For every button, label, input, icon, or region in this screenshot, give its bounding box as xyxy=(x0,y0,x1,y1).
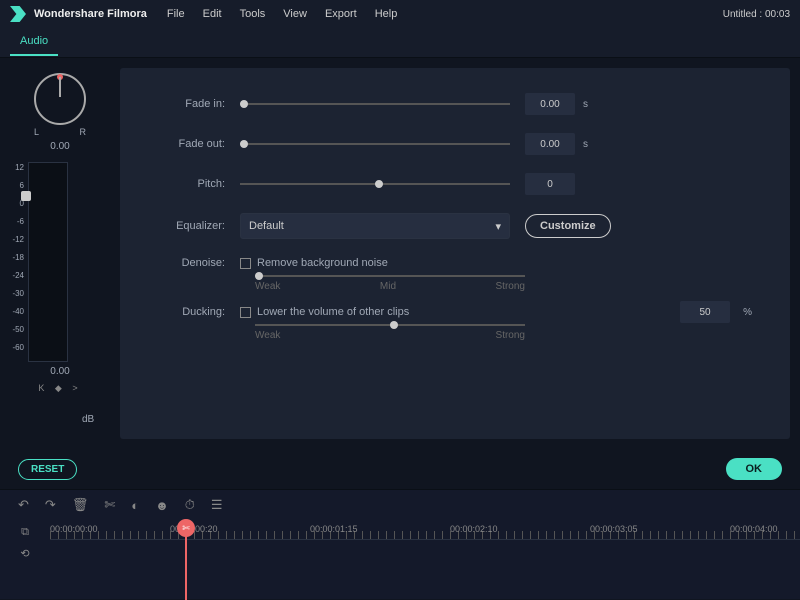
pan-right-label: R xyxy=(80,127,87,137)
main-menu: File Edit Tools View Export Help xyxy=(167,8,397,20)
scissors-icon[interactable]: ✄ xyxy=(177,519,195,537)
app-title: Wondershare Filmora xyxy=(34,8,147,20)
denoise-slider[interactable] xyxy=(255,275,525,277)
timeline-toolbar: ↶ ↷ 🗑 ✄ ◐ ☻ ⏱ ☰ xyxy=(0,490,800,520)
fadeout-unit: s xyxy=(583,139,588,150)
equalizer-label: Equalizer: xyxy=(150,220,240,232)
split-icon[interactable]: ✄ xyxy=(104,497,115,513)
menu-export[interactable]: Export xyxy=(325,8,357,20)
keyframe-controls[interactable]: K ◆ > xyxy=(8,383,112,394)
ducking-unit: % xyxy=(743,307,752,318)
pan-left-label: L xyxy=(34,127,39,137)
menu-help[interactable]: Help xyxy=(375,8,398,20)
fadeout-input[interactable] xyxy=(525,133,575,155)
settings-icon[interactable]: ☰ xyxy=(211,497,223,513)
meter-value: 0.00 xyxy=(8,366,112,377)
link-icon[interactable]: ⟲ xyxy=(20,547,29,560)
denoise-label: Denoise: xyxy=(150,257,240,269)
ducking-slider[interactable] xyxy=(255,324,525,326)
fadeout-label: Fade out: xyxy=(150,138,240,150)
audio-sidebar: L R 0.00 1260 -6-12-18 -24-30-40 -50-60 … xyxy=(0,58,120,449)
fadeout-slider[interactable] xyxy=(240,143,510,145)
tabs-row: Audio xyxy=(0,28,800,58)
menu-file[interactable]: File xyxy=(167,8,185,20)
fadein-input[interactable] xyxy=(525,93,575,115)
timer-icon[interactable]: ⏱ xyxy=(185,497,195,513)
equalizer-value: Default xyxy=(249,220,284,232)
ok-button[interactable]: OK xyxy=(726,458,783,480)
action-bar: RESET OK xyxy=(0,449,800,489)
fadein-label: Fade in: xyxy=(150,98,240,110)
audio-panel: L R 0.00 1260 -6-12-18 -24-30-40 -50-60 … xyxy=(0,58,800,449)
meter-bars xyxy=(28,162,68,362)
pan-value: 0.00 xyxy=(8,141,112,152)
pitch-slider[interactable] xyxy=(240,183,510,185)
document-title: Untitled : 00:03 xyxy=(723,9,790,20)
ducking-label: Ducking: xyxy=(150,306,240,318)
app-logo-icon xyxy=(10,6,26,22)
gain-slider-thumb[interactable] xyxy=(21,191,31,201)
pitch-label: Pitch: xyxy=(150,178,240,190)
tab-audio[interactable]: Audio xyxy=(10,28,58,56)
redo-icon[interactable]: ↷ xyxy=(45,497,56,513)
reset-button[interactable]: RESET xyxy=(18,459,77,480)
ducking-checkbox[interactable] xyxy=(240,307,251,318)
pan-knob[interactable] xyxy=(34,73,86,125)
menu-view[interactable]: View xyxy=(283,8,307,20)
timeline-left-controls: ⧉ ⟲ xyxy=(0,520,50,600)
fadein-unit: s xyxy=(583,99,588,110)
audio-settings: Fade in: s Fade out: s Pitch: Equalizer:… xyxy=(120,68,790,439)
ducking-input[interactable] xyxy=(680,301,730,323)
track-add-icon[interactable]: ⧉ xyxy=(21,526,29,539)
ducking-text: Lower the volume of other clips xyxy=(257,306,409,318)
level-meter: 1260 -6-12-18 -24-30-40 -50-60 xyxy=(8,162,112,362)
speed-icon[interactable]: ☻ xyxy=(155,498,169,513)
undo-icon[interactable]: ↶ xyxy=(18,497,29,513)
crop-icon[interactable]: ◐ xyxy=(131,498,139,513)
playhead[interactable]: ✄ xyxy=(185,520,187,600)
equalizer-select[interactable]: Default ▾ xyxy=(240,213,510,239)
fadein-slider[interactable] xyxy=(240,103,510,105)
trash-icon[interactable]: 🗑 xyxy=(72,497,89,513)
menu-tools[interactable]: Tools xyxy=(240,8,266,20)
chevron-down-icon: ▾ xyxy=(495,220,501,233)
denoise-text: Remove background noise xyxy=(257,257,388,269)
timeline-tracks[interactable]: 00:00:00:00 00:00:00:20 00:00:01:15 00:0… xyxy=(50,520,800,600)
timeline: ↶ ↷ 🗑 ✄ ◐ ☻ ⏱ ☰ ⧉ ⟲ 00:00:00:00 00:00:00… xyxy=(0,489,800,599)
menu-edit[interactable]: Edit xyxy=(203,8,222,20)
pitch-input[interactable] xyxy=(525,173,575,195)
timeline-ruler[interactable]: 00:00:00:00 00:00:00:20 00:00:01:15 00:0… xyxy=(50,520,800,540)
titlebar: Wondershare Filmora File Edit Tools View… xyxy=(0,0,800,28)
denoise-checkbox[interactable] xyxy=(240,258,251,269)
customize-button[interactable]: Customize xyxy=(525,214,611,238)
meter-unit: dB xyxy=(82,414,94,425)
